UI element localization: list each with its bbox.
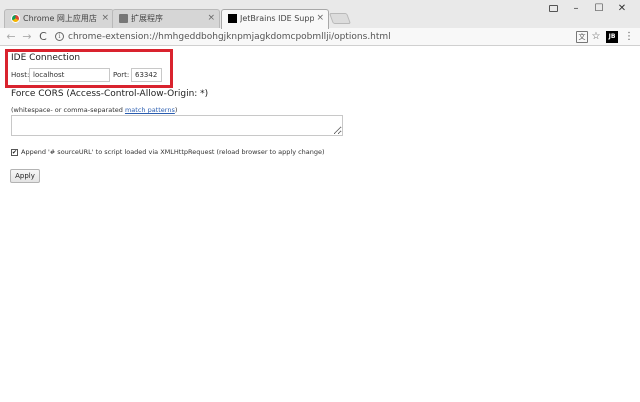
- cors-patterns-textarea[interactable]: [11, 115, 343, 136]
- close-window-button[interactable]: ✕: [611, 2, 633, 16]
- tab-title: 扩展程序: [131, 14, 163, 23]
- match-patterns-link[interactable]: match patterns: [125, 106, 175, 114]
- jetbrains-icon: [228, 14, 237, 23]
- host-label: Host:: [11, 71, 30, 79]
- options-page: IDE Connection Host: Port: Force CORS (A…: [0, 47, 640, 402]
- chrome-store-icon: [11, 14, 20, 23]
- tab-title: Chrome 网上应用店 - J: [23, 14, 99, 23]
- port-label: Port:: [113, 71, 130, 79]
- close-tab-icon[interactable]: ×: [316, 10, 324, 27]
- tab-strip: Chrome 网上应用店 - J × 扩展程序 × JetBrains IDE …: [0, 0, 640, 29]
- close-tab-icon[interactable]: ×: [207, 10, 215, 27]
- back-button[interactable]: ←: [4, 28, 18, 46]
- close-tab-icon[interactable]: ×: [101, 10, 109, 27]
- menu-icon[interactable]: ⋮: [623, 31, 635, 43]
- minimize-button[interactable]: –: [565, 2, 587, 16]
- reload-button[interactable]: C: [36, 28, 50, 46]
- maximize-button[interactable]: ☐: [588, 2, 610, 16]
- append-sourceurl-checkbox[interactable]: ✔: [11, 149, 18, 156]
- forward-button[interactable]: →: [20, 28, 34, 46]
- apply-button[interactable]: Apply: [10, 169, 40, 183]
- cors-hint-suffix: ): [174, 106, 178, 114]
- tab-extensions[interactable]: 扩展程序 ×: [112, 9, 220, 28]
- checkmark-icon: ✔: [12, 149, 18, 156]
- append-sourceurl-label[interactable]: Append '# sourceURL' to script loaded vi…: [21, 148, 325, 156]
- jetbrains-extension-icon[interactable]: JB: [606, 31, 618, 43]
- port-input[interactable]: [131, 68, 162, 82]
- info-icon[interactable]: i: [55, 32, 64, 41]
- bookmark-star-icon[interactable]: ☆: [590, 31, 602, 43]
- tab-title: JetBrains IDE Support O: [240, 14, 314, 23]
- url-text[interactable]: chrome-extension://hmhgeddbohgjknpmjagkd…: [68, 30, 391, 44]
- host-input[interactable]: [29, 68, 110, 82]
- translate-icon[interactable]: 文: [576, 31, 588, 43]
- force-cors-title: Force CORS (Access-Control-Allow-Origin:…: [11, 89, 209, 99]
- puzzle-icon: [119, 14, 128, 23]
- ide-connection-title: IDE Connection: [11, 53, 81, 63]
- cors-hint: (whitespace- or comma-separated match pa…: [11, 106, 177, 114]
- tab-chrome-web-store[interactable]: Chrome 网上应用店 - J ×: [4, 9, 114, 28]
- cors-hint-text: (whitespace- or comma-separated: [11, 106, 125, 114]
- browser-toolbar: ← → C i chrome-extension://hmhgeddbohgjk…: [0, 28, 640, 46]
- user-icon[interactable]: [542, 2, 564, 16]
- new-tab-button[interactable]: [328, 13, 352, 24]
- address-bar[interactable]: i chrome-extension://hmhgeddbohgjknpmjag…: [52, 30, 584, 44]
- reload-icon: C: [39, 30, 47, 43]
- tab-jetbrains-options[interactable]: JetBrains IDE Support O ×: [221, 9, 329, 29]
